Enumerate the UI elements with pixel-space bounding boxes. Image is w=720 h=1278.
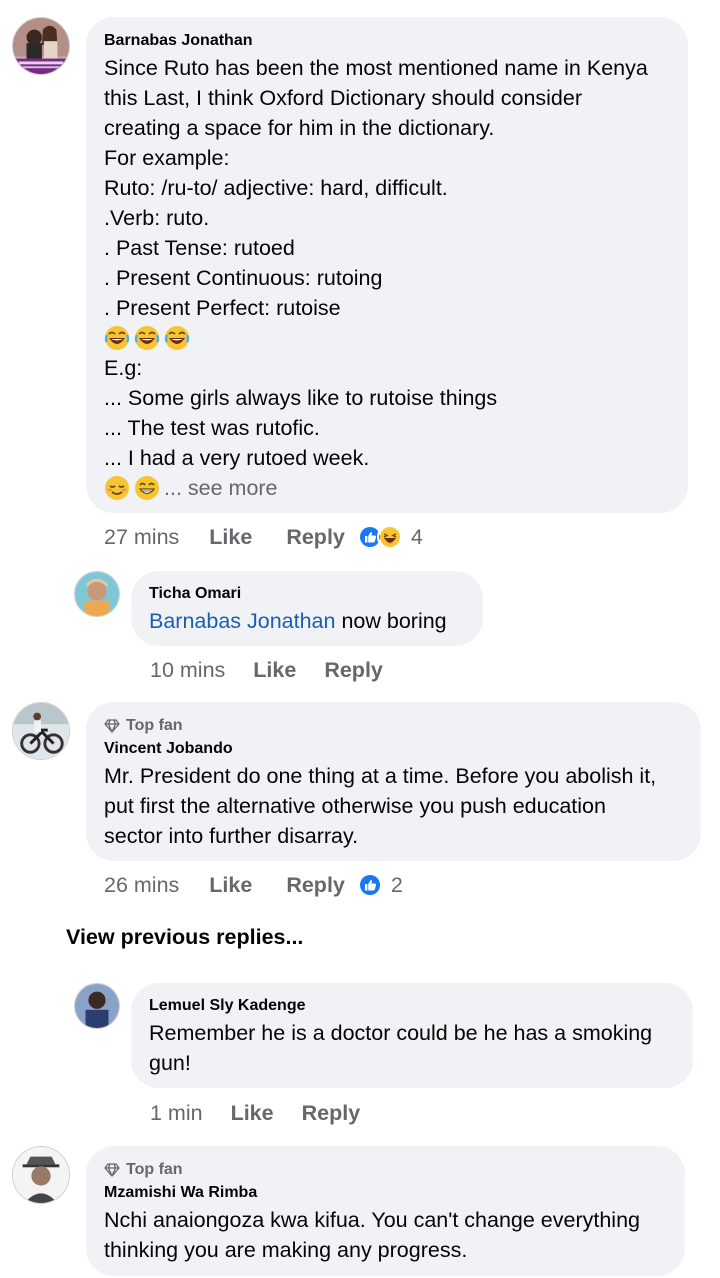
text-line: this Last, I think Oxford Dictionary sho…: [104, 86, 582, 110]
comment-author[interactable]: Vincent Jobando: [104, 739, 683, 759]
comment-bubble: Top fan Vincent Jobando Mr. President do…: [86, 702, 701, 861]
comment-meta: 10 mins Like Reply: [150, 655, 383, 685]
comment-bubble: Barnabas Jonathan Since Ruto has been th…: [86, 17, 688, 513]
text-line: put first the alternative otherwise you …: [104, 794, 606, 818]
laughing-crying-emoji-icon: [134, 325, 160, 351]
comment-text: Remember he is a doctor could be he has …: [149, 1018, 675, 1078]
mention-link[interactable]: Barnabas Jonathan: [149, 609, 335, 633]
reactions-summary[interactable]: 2: [356, 872, 403, 898]
diamond-icon: [104, 1163, 120, 1177]
comment-text: Mr. President do one thing at a time. Be…: [104, 761, 683, 851]
like-button[interactable]: Like: [209, 525, 252, 550]
see-more-row: ... see more: [104, 473, 670, 503]
text-line: Since Ruto has been the most mentioned n…: [104, 56, 648, 80]
comment-bubble: Ticha Omari Barnabas Jonathan now boring: [131, 571, 483, 646]
text-line: Nchi anaiongoza kwa kifua. You can't cha…: [104, 1208, 640, 1232]
comment-meta: 1 min Like Reply: [150, 1098, 360, 1128]
laugh-reaction-icon: [376, 524, 403, 550]
text-line: sector into further disarray.: [104, 824, 359, 848]
like-reaction-icon: [356, 872, 383, 898]
grin-emoji-icon: [134, 475, 160, 501]
comment-text: Nchi anaiongoza kwa kifua. You can't cha…: [104, 1205, 667, 1265]
see-more-link[interactable]: ... see more: [164, 473, 278, 503]
top-fan-label: Top fan: [126, 717, 183, 734]
relieved-emoji-icon: [104, 475, 130, 501]
text-line: .Verb: ruto.: [104, 206, 210, 230]
avatar-mzamishi[interactable]: [12, 1146, 70, 1204]
avatar-ticha[interactable]: [74, 571, 120, 617]
text-line: thinking you are making any progress.: [104, 1238, 468, 1262]
comment-author[interactable]: Mzamishi Wa Rimba: [104, 1183, 667, 1203]
reply-button[interactable]: Reply: [286, 525, 345, 550]
avatar-vincent[interactable]: [12, 702, 70, 760]
like-button[interactable]: Like: [253, 658, 296, 683]
text-line: For example:: [104, 146, 230, 170]
text-line: ... Some girls always like to rutoise th…: [104, 386, 498, 410]
comment-time[interactable]: 1 min: [150, 1101, 203, 1126]
comment-meta: 26 mins Like Reply 2: [104, 870, 403, 900]
reactions-summary[interactable]: 4: [356, 524, 423, 550]
text-line: creating a space for him in the dictiona…: [104, 116, 495, 140]
text-line: Mr. President do one thing at a time. Be…: [104, 764, 657, 788]
top-fan-badge: Top fan: [104, 716, 683, 736]
avatar-lemuel[interactable]: [74, 983, 120, 1029]
reply-button[interactable]: Reply: [324, 658, 383, 683]
avatar-barnabas[interactable]: [12, 17, 70, 75]
top-fan-badge: Top fan: [104, 1160, 667, 1180]
reaction-count: 2: [390, 872, 403, 897]
like-button[interactable]: Like: [209, 873, 252, 898]
text-line: . Present Continuous: rutoing: [104, 266, 383, 290]
text-line: Ruto: /ru-to/ adjective: hard, difficult…: [104, 176, 448, 200]
laughing-crying-emoji-icon: [164, 325, 190, 351]
comment-time[interactable]: 27 mins: [104, 525, 179, 550]
reply-button[interactable]: Reply: [302, 1101, 361, 1126]
comment-meta: 27 mins Like Reply 4: [104, 522, 423, 552]
reply-button[interactable]: Reply: [286, 873, 345, 898]
like-button[interactable]: Like: [231, 1101, 274, 1126]
comment-time[interactable]: 10 mins: [150, 658, 225, 683]
reaction-count: 4: [410, 524, 423, 549]
top-fan-label: Top fan: [126, 1161, 183, 1178]
comment-author[interactable]: Lemuel Sly Kadenge: [149, 996, 675, 1016]
text-line: gun!: [149, 1051, 191, 1075]
comment-time[interactable]: 26 mins: [104, 873, 179, 898]
comment-text: Since Ruto has been the most mentioned n…: [104, 53, 670, 503]
comment-text: Barnabas Jonathan now boring: [149, 606, 465, 636]
comment-bubble: Top fan Mzamishi Wa Rimba Nchi anaiongoz…: [86, 1146, 685, 1276]
text-line: ... The test was rutofic.: [104, 416, 320, 440]
comment-text-body: now boring: [335, 609, 447, 633]
text-line: . Past Tense: rutoed: [104, 236, 295, 260]
view-previous-replies-link[interactable]: View previous replies...: [66, 925, 303, 950]
text-line: Remember he is a doctor could be he has …: [149, 1021, 653, 1045]
text-line: . Present Perfect: rutoise: [104, 296, 341, 320]
diamond-icon: [104, 719, 120, 733]
text-line: ... I had a very rutoed week.: [104, 446, 370, 470]
comment-author[interactable]: Barnabas Jonathan: [104, 31, 670, 51]
comment-author[interactable]: Ticha Omari: [149, 584, 465, 604]
comment-bubble: Lemuel Sly Kadenge Remember he is a doct…: [131, 983, 693, 1088]
laughing-crying-emoji-icon: [104, 325, 130, 351]
emoji-row: [104, 323, 670, 353]
text-line: E.g:: [104, 356, 143, 380]
